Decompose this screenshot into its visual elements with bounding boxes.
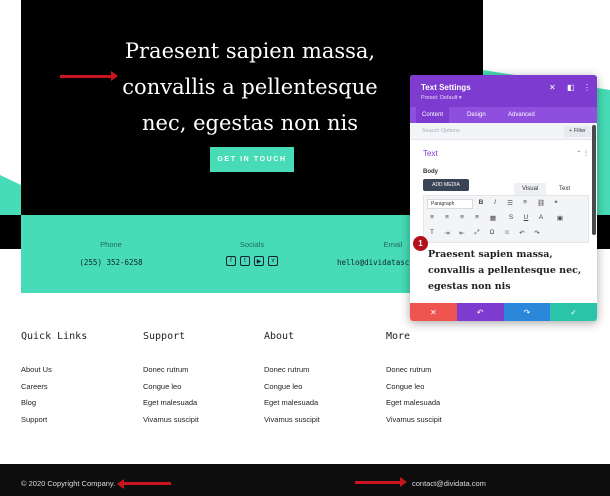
phone-value: (255) 352-6258 — [79, 258, 143, 267]
underline-icon[interactable]: U — [521, 214, 531, 221]
hero-title: Praesent sapien massa, convallis a pelle… — [122, 39, 378, 135]
search-options-bar[interactable]: Search Options + Filter — [410, 123, 597, 140]
footer-col-support-title: Support — [143, 331, 186, 342]
save-button[interactable]: ✓ — [550, 303, 597, 321]
add-media-button[interactable]: ADD MEDIA — [423, 179, 469, 191]
footer-link[interactable]: Congue leo — [386, 382, 424, 391]
toolbar-row: ≡ ≡ ≡ ≡ ▦ S U A ▣ — [424, 212, 590, 226]
text-settings-panel: Text Settings Preset: Default ▾ ✕ ◧ ⋮ Co… — [410, 75, 597, 321]
search-input[interactable]: Search Options — [422, 128, 460, 134]
tab-advanced[interactable]: Advanced — [502, 107, 541, 123]
paragraph-select[interactable]: Paragraph — [427, 199, 473, 209]
red-arrow-indicator — [355, 477, 407, 487]
footer-link[interactable]: Eget malesuada — [143, 398, 197, 407]
quote-icon[interactable]: ❝ — [551, 199, 561, 207]
get-in-touch-button[interactable]: GET IN TOUCH — [210, 147, 294, 172]
red-arrow-indicator — [123, 482, 171, 485]
footer-col-about-title: About — [264, 331, 295, 342]
chevron-up-icon[interactable]: ⌃ ⋮ — [576, 150, 589, 157]
bullet-list-icon[interactable]: ☰ — [505, 199, 515, 207]
strikethrough-icon[interactable]: S — [506, 214, 516, 221]
vimeo-icon[interactable]: v — [268, 256, 278, 266]
text-editor[interactable]: Praesent sapien massa, convallis a pelle… — [416, 247, 592, 303]
panel-footer: ✕ ↶ ↷ ✓ — [410, 303, 597, 321]
bold-icon[interactable]: B — [476, 199, 486, 206]
align-right-icon[interactable]: ≡ — [457, 214, 467, 221]
copyright-text: © 2020 Copyright Company. — [21, 479, 116, 488]
fullscreen-icon[interactable]: ⤢ — [472, 229, 482, 237]
undo-button[interactable]: ↶ — [456, 303, 504, 321]
indent-icon[interactable]: ⇥ — [442, 229, 452, 237]
twitter-icon[interactable]: t — [240, 256, 250, 266]
link-icon[interactable]: ⛓ — [536, 199, 546, 207]
text-color-icon[interactable]: A — [536, 214, 546, 221]
panel-header: Text Settings Preset: Default ▾ ✕ ◧ ⋮ — [410, 75, 597, 107]
redo-small-icon[interactable]: ↷ — [532, 229, 542, 237]
editor-toolbar: Paragraph B I ☰ ≡ ⛓ ❝ ≡ ≡ ≡ ≡ ▦ S U A ▣ … — [423, 195, 589, 243]
footer-link[interactable]: Donec rutrum — [386, 365, 431, 374]
tab-design[interactable]: Design — [461, 107, 492, 123]
toolbar-row: T ⇥ ⇤ ⤢ Ω ☺ ↶ ↷ — [424, 227, 590, 241]
more-options-icon[interactable]: ⋮ — [583, 83, 591, 92]
footer-col-more-title: More — [386, 331, 411, 342]
tab-content[interactable]: Content — [416, 107, 450, 123]
text-section-toggle[interactable]: Text — [423, 149, 438, 158]
clear-format-icon[interactable]: T — [427, 229, 437, 236]
step-badge: 1 — [413, 236, 428, 251]
panel-scrollbar[interactable] — [592, 125, 596, 235]
footer-link[interactable]: Eget malesuada — [264, 398, 318, 407]
facebook-icon[interactable]: f — [226, 256, 236, 266]
footer-col-quick-links-title: Quick Links — [21, 331, 88, 342]
footer-link[interactable]: Congue leo — [264, 382, 302, 391]
footer-link[interactable]: Donec rutrum — [143, 365, 188, 374]
cancel-button[interactable]: ✕ — [410, 303, 457, 321]
footer-link[interactable]: Blog — [21, 398, 36, 407]
emoji-icon[interactable]: ☺ — [502, 229, 512, 236]
socials-label: Socials — [239, 240, 265, 249]
close-icon[interactable]: ✕ — [549, 83, 556, 92]
panel-tabs: Content Design Advanced — [410, 107, 597, 123]
footer-link[interactable]: Vivamus suscipit — [143, 415, 199, 424]
filter-button[interactable]: + Filter — [564, 126, 591, 137]
youtube-icon[interactable]: ▶ — [254, 256, 264, 266]
footer-link[interactable]: Support — [21, 415, 47, 424]
footer-link[interactable]: Congue leo — [143, 382, 181, 391]
page: Praesent sapien massa, convallis a pelle… — [0, 0, 610, 496]
special-char-icon[interactable]: Ω — [487, 229, 497, 236]
red-arrow-indicator — [60, 71, 118, 81]
numbered-list-icon[interactable]: ≡ — [520, 199, 530, 206]
footer-link[interactable]: Donec rutrum — [264, 365, 309, 374]
split-view-icon[interactable]: ◧ — [567, 83, 575, 92]
table-icon[interactable]: ▦ — [488, 214, 498, 222]
body-label: Body — [423, 169, 438, 175]
undo-small-icon[interactable]: ↶ — [517, 229, 527, 237]
toolbar-row: Paragraph B I ☰ ≡ ⛓ ❝ — [424, 197, 590, 211]
redo-button[interactable]: ↷ — [503, 303, 551, 321]
preset-selector[interactable]: Preset: Default ▾ — [421, 95, 462, 101]
align-center-icon[interactable]: ≡ — [442, 214, 452, 221]
footer-link[interactable]: Vivamus suscipit — [264, 415, 320, 424]
phone-label: Phone — [100, 240, 122, 249]
italic-icon[interactable]: I — [490, 199, 500, 206]
outdent-icon[interactable]: ⇤ — [457, 229, 467, 237]
justify-icon[interactable]: ≡ — [472, 214, 482, 221]
text-mode-tab[interactable]: Text — [551, 183, 578, 195]
visual-mode-tab[interactable]: Visual — [514, 183, 547, 195]
panel-title: Text Settings — [421, 83, 471, 92]
paste-icon[interactable]: ▣ — [555, 214, 565, 222]
footer-link[interactable]: About Us — [21, 365, 52, 374]
align-left-icon[interactable]: ≡ — [427, 214, 437, 221]
footer-link[interactable]: Careers — [21, 382, 48, 391]
footer-email[interactable]: contact@dividata.com — [412, 479, 486, 488]
footer-link[interactable]: Eget malesuada — [386, 398, 440, 407]
footer-link[interactable]: Vivamus suscipit — [386, 415, 442, 424]
